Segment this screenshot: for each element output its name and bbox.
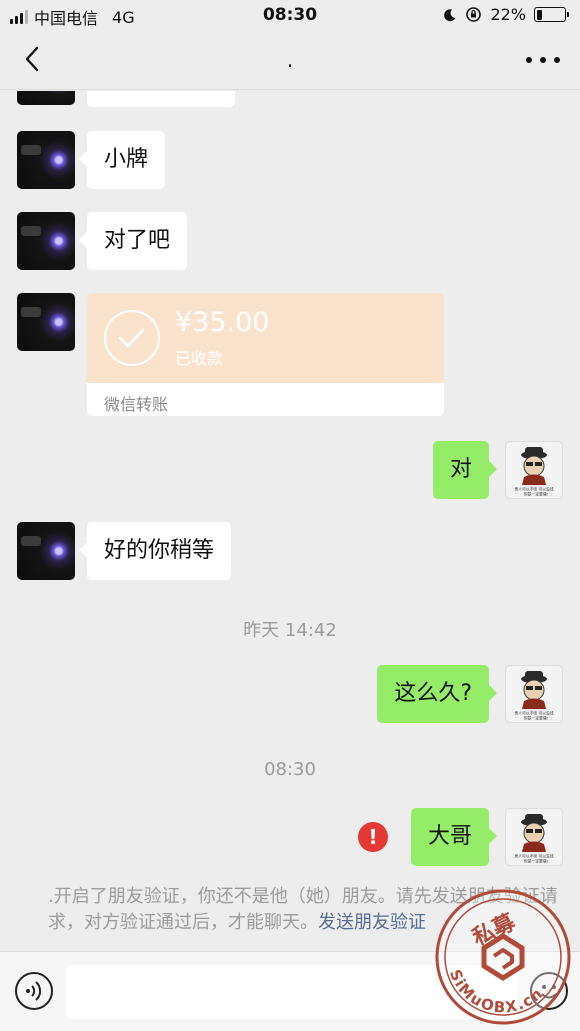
self-avatar[interactable]: 男人可以不帅 可以没钱 但是一定要骚! (505, 808, 563, 866)
timestamp: 昨天 14:42 (243, 620, 337, 641)
message-bubble-self[interactable]: 这么久? (377, 665, 497, 723)
self-avatar[interactable]: 男人可以不帅 可以没钱 但是一定要骚! (505, 441, 563, 499)
check-circle-icon (104, 310, 160, 366)
voice-icon (26, 981, 42, 1001)
contact-avatar[interactable] (17, 131, 75, 189)
svg-text:但是一定要骚!: 但是一定要骚! (524, 716, 548, 721)
transfer-amount: ¥35.00 (175, 307, 270, 338)
sticker-avatar-icon: 男人可以不帅 可以没钱 但是一定要骚! (514, 447, 554, 497)
orientation-lock-icon (466, 7, 482, 22)
more-dots-icon (526, 57, 532, 63)
more-button[interactable] (526, 48, 560, 72)
contact-avatar[interactable] (17, 293, 75, 351)
battery-percent: 22% (490, 5, 526, 24)
svg-text:但是一定要骚!: 但是一定要骚! (524, 859, 548, 864)
message-bubble[interactable]: 好的你稍等 (78, 522, 232, 580)
svg-text:但是一定要骚!: 但是一定要骚! (524, 492, 548, 497)
message-bubble-partial[interactable] (87, 91, 235, 107)
message-bubble[interactable]: 对了吧 (78, 212, 188, 270)
voice-button[interactable] (15, 972, 53, 1010)
verification-request-link[interactable]: 发送朋友验证 (318, 912, 426, 933)
battery-icon (534, 7, 569, 22)
sticker-avatar-icon: 男人可以不帅 可以没钱 但是一定要骚! (514, 814, 554, 864)
contact-avatar[interactable] (17, 212, 75, 270)
watermark-stamp: 私募 SiMuOBX.cn (435, 889, 571, 1025)
timestamp: 08:30 (264, 759, 316, 780)
chat-title: . (286, 48, 294, 72)
contact-avatar[interactable] (17, 522, 75, 580)
message-bubble-self[interactable]: 对 (432, 441, 498, 499)
contact-avatar[interactable] (17, 91, 75, 105)
transfer-card[interactable]: ¥35.00 已收款 微信转账 (87, 293, 444, 416)
chat-area[interactable]: 小牌 对了吧 ¥35.00 已收款 微信转账 对 男人可以不帅 可以没钱 但是一… (0, 91, 580, 951)
message-bubble[interactable]: 小牌 (78, 131, 166, 189)
transfer-label: 微信转账 (104, 395, 169, 414)
status-right: 22% (443, 5, 569, 24)
nav-bar: . (0, 30, 580, 90)
status-bar: 中国电信 4G 08:30 22% (0, 0, 580, 30)
sticker-avatar-icon: 男人可以不帅 可以没钱 但是一定要骚! (514, 671, 554, 721)
message-bubble-self[interactable]: 大哥 (410, 808, 498, 866)
battery-level (536, 9, 543, 20)
send-failed-icon[interactable]: ! (358, 822, 388, 852)
moon-icon (444, 8, 456, 21)
self-avatar[interactable]: 男人可以不帅 可以没钱 但是一定要骚! (505, 665, 563, 723)
transfer-status: 已收款 (175, 349, 224, 368)
